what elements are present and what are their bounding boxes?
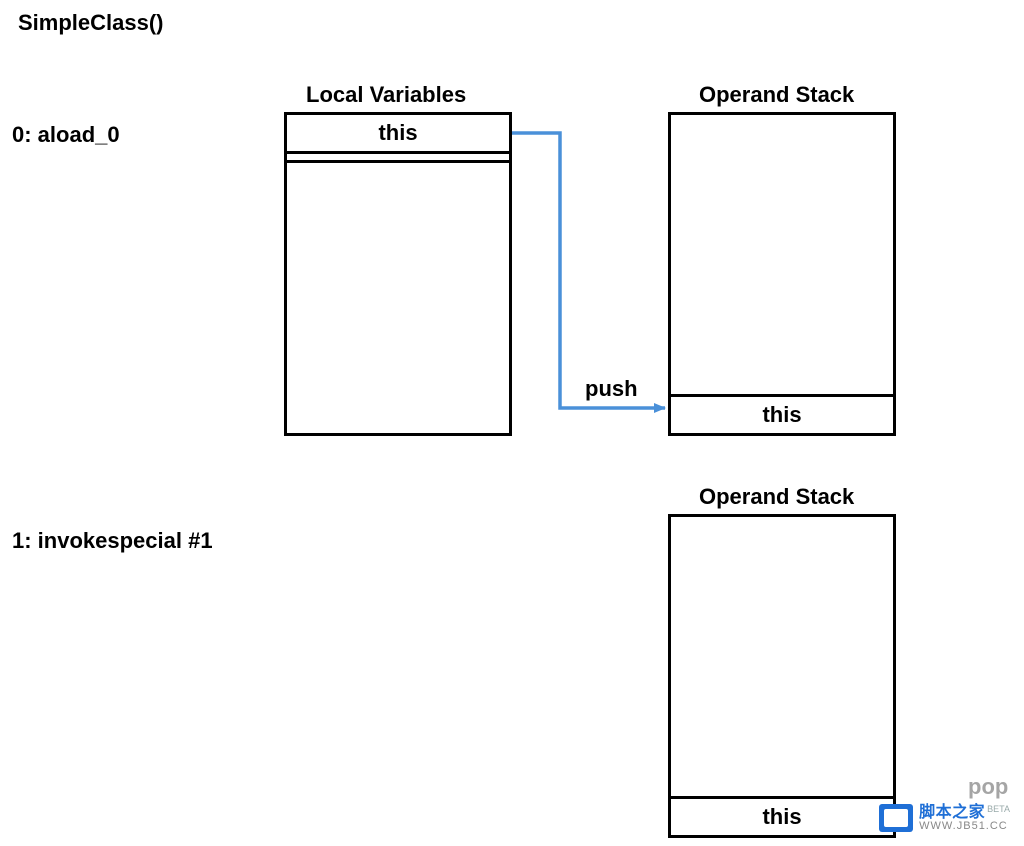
watermark-beta: BETA [987, 804, 1010, 814]
operand-stack-2-this-label: this [762, 804, 801, 830]
operand-stack-2-this-cell: this [668, 796, 896, 838]
local-variables-this-cell: this [284, 112, 512, 154]
push-label: push [585, 376, 638, 402]
watermark-line1: 脚本之家 [919, 804, 985, 821]
watermark: 脚本之家BETA WWW.JB51.CC [879, 804, 1010, 832]
operand-stack-1-heading: Operand Stack [699, 82, 854, 108]
local-variables-heading: Local Variables [306, 82, 466, 108]
local-variables-divider [284, 160, 512, 163]
watermark-line2: WWW.JB51.CC [919, 821, 1010, 832]
operand-stack-1-this-label: this [762, 402, 801, 428]
operand-stack-1-box [668, 112, 896, 436]
operand-stack-2-box [668, 514, 896, 838]
instruction-1: 1: invokespecial #1 [12, 528, 213, 554]
method-title: SimpleClass() [18, 10, 164, 36]
operand-stack-1-this-cell: this [668, 394, 896, 436]
pop-label-partial: pop [968, 774, 1008, 800]
watermark-icon [879, 804, 913, 832]
local-variables-this-label: this [378, 120, 417, 146]
instruction-0: 0: aload_0 [12, 122, 120, 148]
operand-stack-2-heading: Operand Stack [699, 484, 854, 510]
